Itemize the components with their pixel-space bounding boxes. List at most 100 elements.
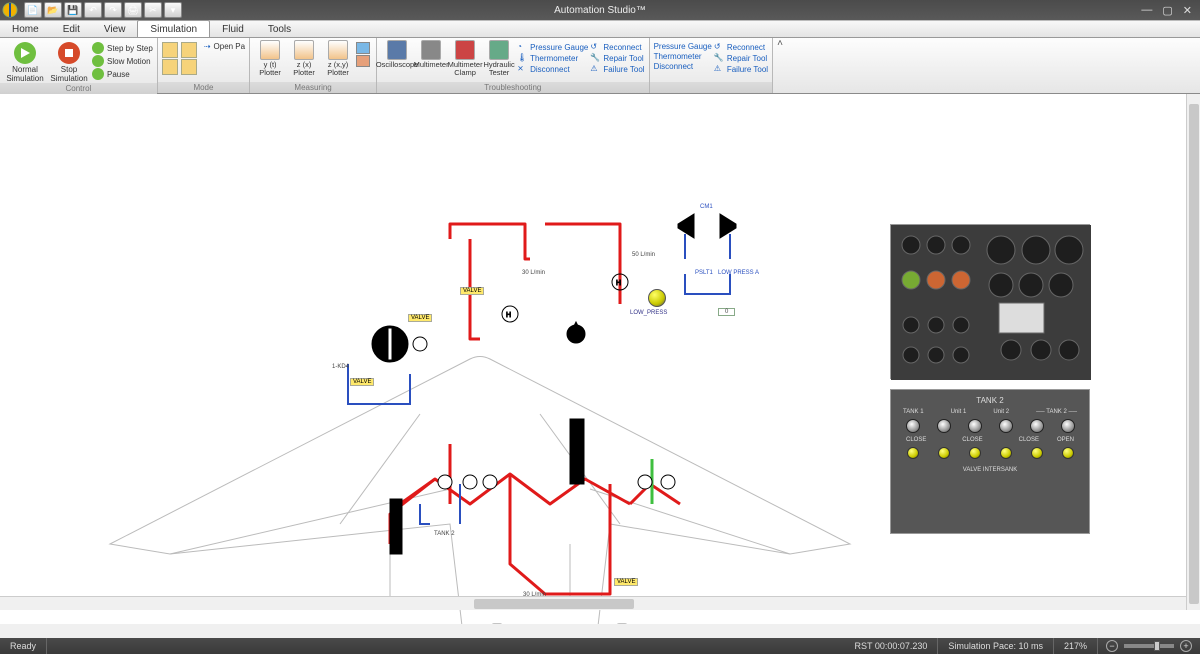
multimeter-button[interactable]: Multimeter xyxy=(415,40,447,69)
measuring-extra-2[interactable] xyxy=(356,55,370,67)
status-pace: Simulation Pace: 10 ms xyxy=(938,638,1054,654)
app-logo-icon xyxy=(0,0,20,20)
measuring-extra-1[interactable] xyxy=(356,42,370,54)
cockpit-panel[interactable] xyxy=(890,224,1090,379)
multimeter-clamp-button[interactable]: Multimeter Clamp xyxy=(449,40,481,77)
quick-access-toolbar: 📄 📂 💾 ↶ ↷ 🖨 ✂ ▾ xyxy=(24,2,182,18)
thermometer-link-2[interactable]: Thermometer xyxy=(654,52,712,61)
label-cm1: CM1 xyxy=(700,204,713,210)
tab-edit[interactable]: Edit xyxy=(51,21,92,37)
thermometer-link[interactable]: 🌡Thermometer xyxy=(517,53,588,63)
tank-control-panel[interactable]: TANK 2 TANK 1 Unit 1 Unit 2 ── TANK 2 ──… xyxy=(890,389,1090,534)
tank-intersank-label: VALVE INTERSANK xyxy=(897,467,1083,473)
qat-undo-icon[interactable]: ↶ xyxy=(84,2,102,18)
status-rst: RST 00:00:07.230 xyxy=(845,638,939,654)
tank-toggle-1[interactable] xyxy=(906,419,920,433)
step-by-step-button[interactable]: Step by Step xyxy=(92,42,153,54)
tank-toggle-5[interactable] xyxy=(1030,419,1044,433)
window-title: Automation Studio™ xyxy=(554,5,646,16)
tag-valve-2: VALVE xyxy=(408,314,432,322)
label-30l: 30 L/min xyxy=(522,270,545,276)
schematic-canvas[interactable]: H H H H xyxy=(0,94,1200,624)
failure-icon: ⚠ xyxy=(590,64,600,74)
hydraulic-tester-button[interactable]: Hydraulic Tester xyxy=(483,40,515,77)
zoom-slider[interactable] xyxy=(1124,644,1174,648)
readout-low-press: 0 xyxy=(718,308,735,316)
tank-panel-title: TANK 2 xyxy=(897,396,1083,405)
minimize-button[interactable]: — xyxy=(1141,4,1152,17)
zoom-out-button[interactable]: − xyxy=(1106,640,1118,652)
label-psi: PSLT1 xyxy=(695,270,713,276)
zoom-in-button[interactable]: + xyxy=(1180,640,1192,652)
title-bar: 📄 📂 💾 ↶ ↷ 🖨 ✂ ▾ Automation Studio™ — ▢ ✕ xyxy=(0,0,1200,20)
tank-toggle-4[interactable] xyxy=(999,419,1013,433)
tab-fluid[interactable]: Fluid xyxy=(210,21,256,37)
slow-motion-button[interactable]: Slow Motion xyxy=(92,55,153,67)
tab-tools[interactable]: Tools xyxy=(256,21,303,37)
vscroll-thumb[interactable] xyxy=(1189,104,1199,604)
tank-lamp-5 xyxy=(1031,447,1043,459)
status-zoom: 217% xyxy=(1054,638,1098,654)
failure-tool-link-2[interactable]: ⚠Failure Tool xyxy=(714,64,768,74)
disconnect-link[interactable]: ⨯Disconnect xyxy=(517,64,588,74)
disconnect-link-2[interactable]: Disconnect xyxy=(654,62,712,71)
reconnect-icon: ↺ xyxy=(590,42,600,52)
tank-lamp-2 xyxy=(938,447,950,459)
stop-simulation-button[interactable]: Stop Simulation xyxy=(48,40,90,83)
svg-text:H: H xyxy=(616,280,621,287)
wrench-icon: 🔧 xyxy=(590,53,600,63)
mode-btn-1[interactable] xyxy=(162,42,202,58)
tank-lamp-6 xyxy=(1062,447,1074,459)
mode-btn-2[interactable] xyxy=(162,59,202,75)
tank-toggle-3[interactable] xyxy=(968,419,982,433)
xy-plotter-button[interactable]: z (x,y) Plotter xyxy=(322,40,354,77)
group-label-measuring: Measuring xyxy=(250,82,376,93)
qat-redo-icon[interactable]: ↷ xyxy=(104,2,122,18)
qat-save-icon[interactable]: 💾 xyxy=(64,2,82,18)
repair-tool-link-2[interactable]: 🔧Repair Tool xyxy=(714,53,768,63)
tank-lamp-4 xyxy=(1000,447,1012,459)
vertical-scrollbar[interactable] xyxy=(1186,94,1200,610)
reconnect-link[interactable]: ↺Reconnect xyxy=(590,42,644,52)
pressure-gauge-link[interactable]: ◔Pressure Gauge xyxy=(517,42,588,52)
ribbon-group-measuring: y (t) Plotter z (x) Plotter z (x,y) Plot… xyxy=(250,38,377,93)
reconnect-link-2[interactable]: ↺Reconnect xyxy=(714,42,768,52)
group-label-control: Control xyxy=(0,83,157,94)
qat-dropdown-icon[interactable]: ▾ xyxy=(164,2,182,18)
oscilloscope-button[interactable]: Oscilloscope xyxy=(381,40,413,69)
z-plotter-button[interactable]: z (x) Plotter xyxy=(288,40,320,77)
pressure-gauge-link-2[interactable]: Pressure Gauge xyxy=(654,42,712,51)
tab-home[interactable]: Home xyxy=(0,21,51,37)
svg-text:H: H xyxy=(506,312,511,319)
close-button[interactable]: ✕ xyxy=(1183,4,1192,17)
qat-print-icon[interactable]: 🖨 xyxy=(124,2,142,18)
failure-tool-link[interactable]: ⚠Failure Tool xyxy=(590,64,644,74)
thermometer-icon: 🌡 xyxy=(517,53,527,63)
ribbon-collapse-button[interactable]: ˄ xyxy=(773,38,787,93)
horizontal-scrollbar[interactable] xyxy=(0,596,1186,610)
stop-simulation-label: Stop Simulation xyxy=(50,65,87,83)
tank-toggle-6[interactable] xyxy=(1061,419,1075,433)
normal-simulation-button[interactable]: Normal Simulation xyxy=(4,40,46,83)
y-plotter-button[interactable]: y (t) Plotter xyxy=(254,40,286,77)
aircraft-schematic: H H H H xyxy=(90,204,870,624)
workspace[interactable]: H H H H xyxy=(0,94,1200,624)
label-tank2: TANK 2 xyxy=(434,531,455,537)
group-label-troubleshooting: Troubleshooting xyxy=(377,82,648,93)
ribbon-group-mode: ⇢Open Pa Mode xyxy=(158,38,250,93)
tab-view[interactable]: View xyxy=(92,21,138,37)
group-label-mode: Mode xyxy=(158,82,249,93)
tab-simulation[interactable]: Simulation xyxy=(137,20,210,37)
maximize-button[interactable]: ▢ xyxy=(1162,4,1172,17)
tank-lamp-1 xyxy=(907,447,919,459)
qat-new-icon[interactable]: 📄 xyxy=(24,2,42,18)
open-panel-button[interactable]: ⇢Open Pa xyxy=(204,42,245,51)
qat-open-icon[interactable]: 📂 xyxy=(44,2,62,18)
hscroll-thumb[interactable] xyxy=(474,599,634,609)
pause-button[interactable]: Pause xyxy=(92,68,153,80)
tag-valve-3: VALVE xyxy=(350,378,374,386)
repair-tool-link[interactable]: 🔧Repair Tool xyxy=(590,53,644,63)
tank-toggle-2[interactable] xyxy=(937,419,951,433)
qat-cut-icon[interactable]: ✂ xyxy=(144,2,162,18)
status-bar: Ready RST 00:00:07.230 Simulation Pace: … xyxy=(0,638,1200,654)
